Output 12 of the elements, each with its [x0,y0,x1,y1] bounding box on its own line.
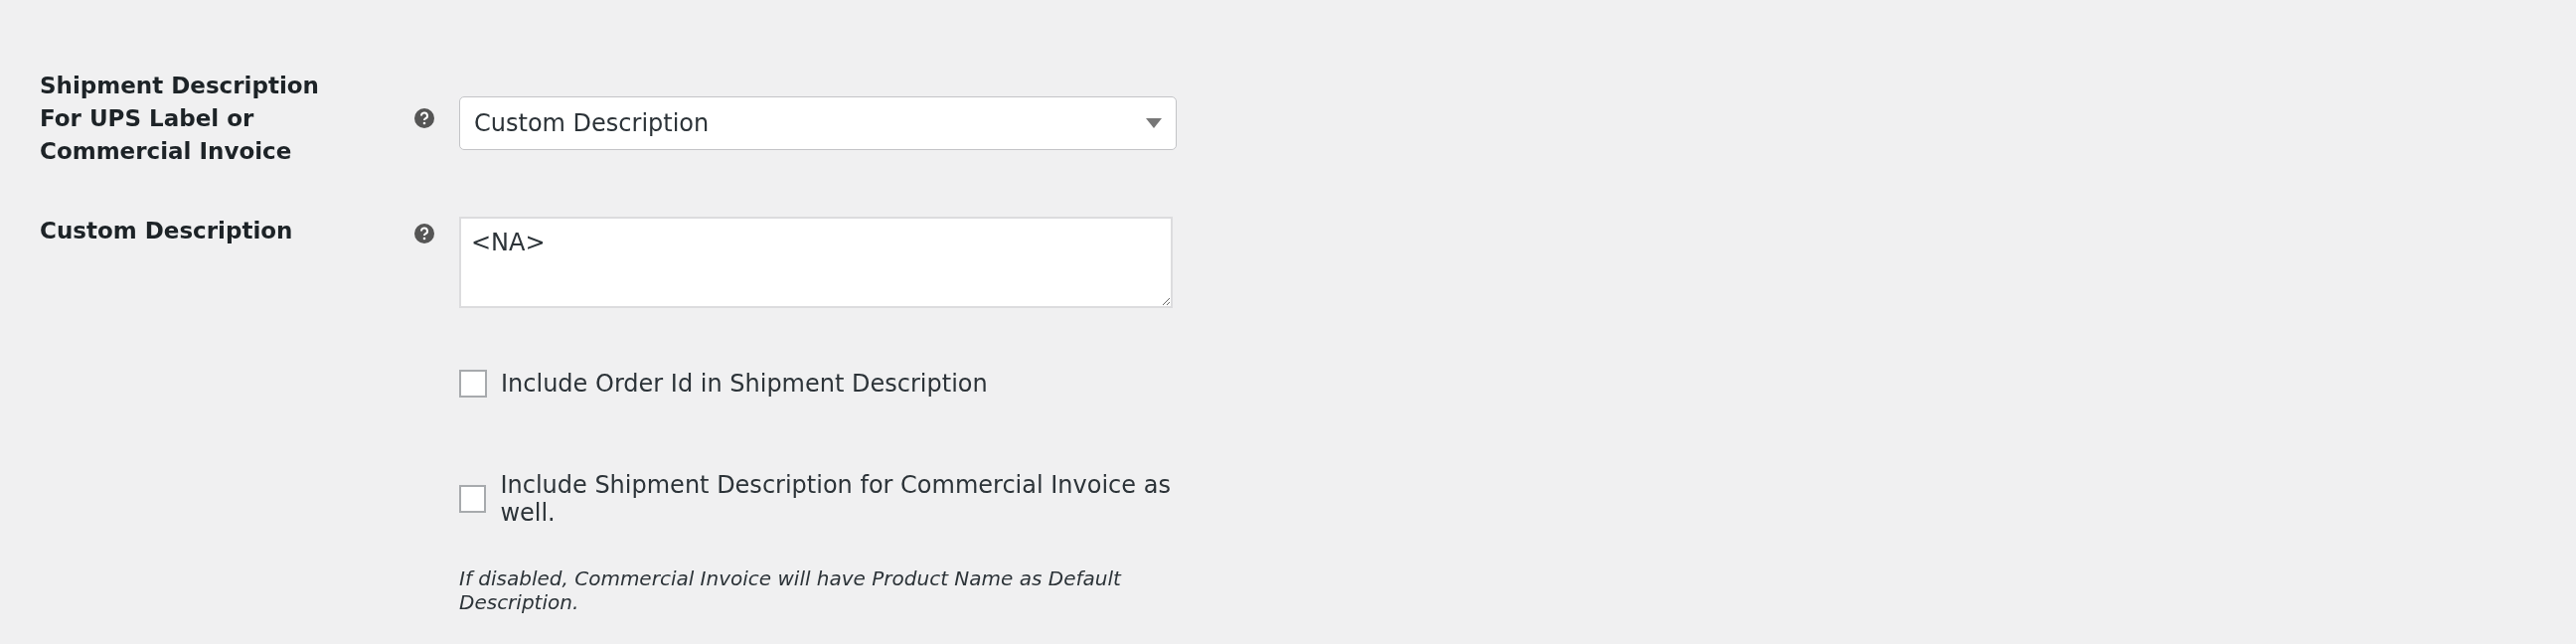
caret-icon [1146,118,1162,128]
checkbox-label[interactable]: Include Shipment Description for Commercial Invoice as well. [500,471,1214,527]
help-icon[interactable] [413,223,435,244]
checkbox[interactable] [459,485,487,513]
checkbox[interactable] [459,370,487,398]
field-description: If disabled, Commercial Invoice will have Product Name as Default Description. [459,566,1123,614]
description-textarea[interactable]: <NA> [459,217,1173,308]
checkbox-label[interactable]: Include Order Id in Shipment Description [501,370,988,398]
description-select[interactable]: Custom Description [459,96,1177,150]
field-label: Shipment Description For UPS Label or Commercial Invoice [40,72,320,166]
help-icon[interactable] [413,107,435,129]
field-label: Custom Description [40,217,294,245]
